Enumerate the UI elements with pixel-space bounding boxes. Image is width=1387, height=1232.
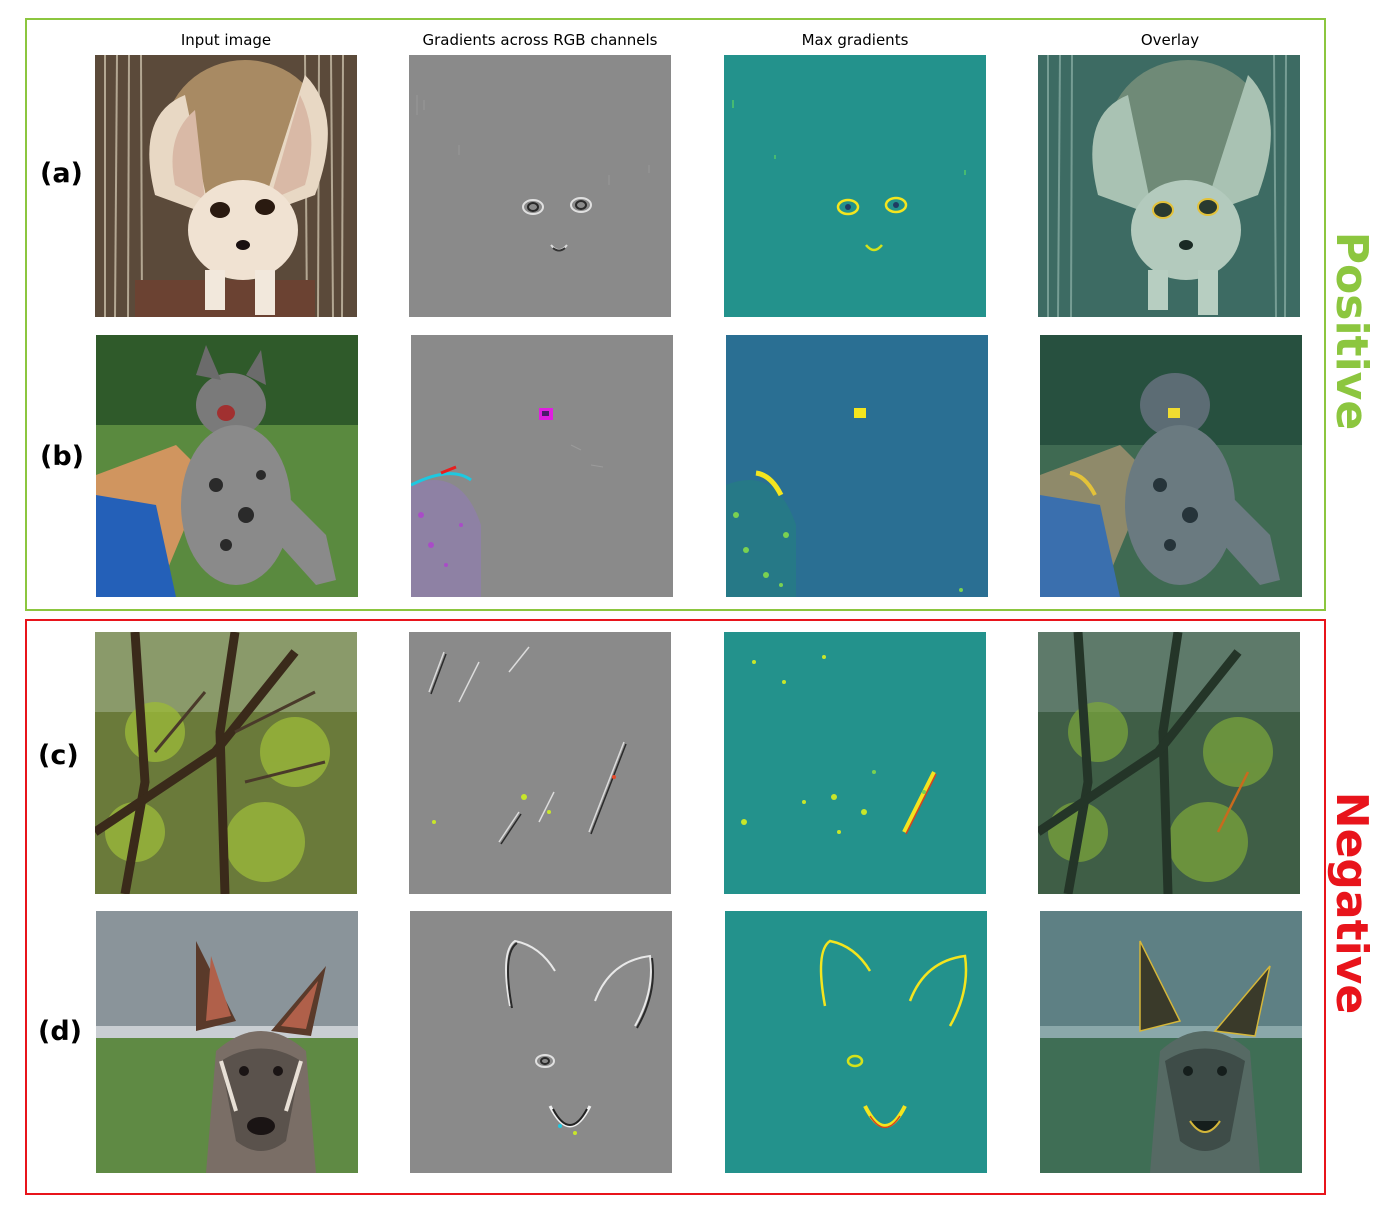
row-b-max-gradients bbox=[726, 335, 988, 597]
row-label-a: (a) bbox=[40, 158, 83, 189]
row-a-overlay bbox=[1038, 55, 1300, 317]
column-header-max-gradients: Max gradients bbox=[801, 31, 909, 49]
row-d-input-image bbox=[96, 911, 358, 1173]
row-c-rgb-gradients bbox=[409, 632, 671, 894]
row-a-input-image bbox=[95, 55, 357, 317]
row-d-max-gradients bbox=[725, 911, 987, 1173]
column-header-overlay: Overlay bbox=[1140, 31, 1200, 49]
row-a-max-gradients bbox=[724, 55, 986, 317]
row-c-input-image bbox=[95, 632, 357, 894]
row-b-overlay bbox=[1040, 335, 1302, 597]
column-header-rgb-gradients: Gradients across RGB channels bbox=[422, 31, 658, 49]
row-label-d: (d) bbox=[38, 1016, 83, 1047]
row-a-rgb-gradients bbox=[409, 55, 671, 317]
row-b-input-image bbox=[96, 335, 358, 597]
row-d-rgb-gradients bbox=[410, 911, 672, 1173]
row-b-rgb-gradients bbox=[411, 335, 673, 597]
positive-group-label: Positive bbox=[1326, 231, 1377, 431]
row-d-overlay bbox=[1040, 911, 1302, 1173]
row-c-max-gradients bbox=[724, 632, 986, 894]
row-label-c: (c) bbox=[38, 740, 79, 771]
row-c-overlay bbox=[1038, 632, 1300, 894]
negative-group-label: Negative bbox=[1326, 791, 1377, 1015]
row-label-b: (b) bbox=[40, 441, 85, 472]
column-header-input-image: Input image bbox=[180, 31, 272, 49]
